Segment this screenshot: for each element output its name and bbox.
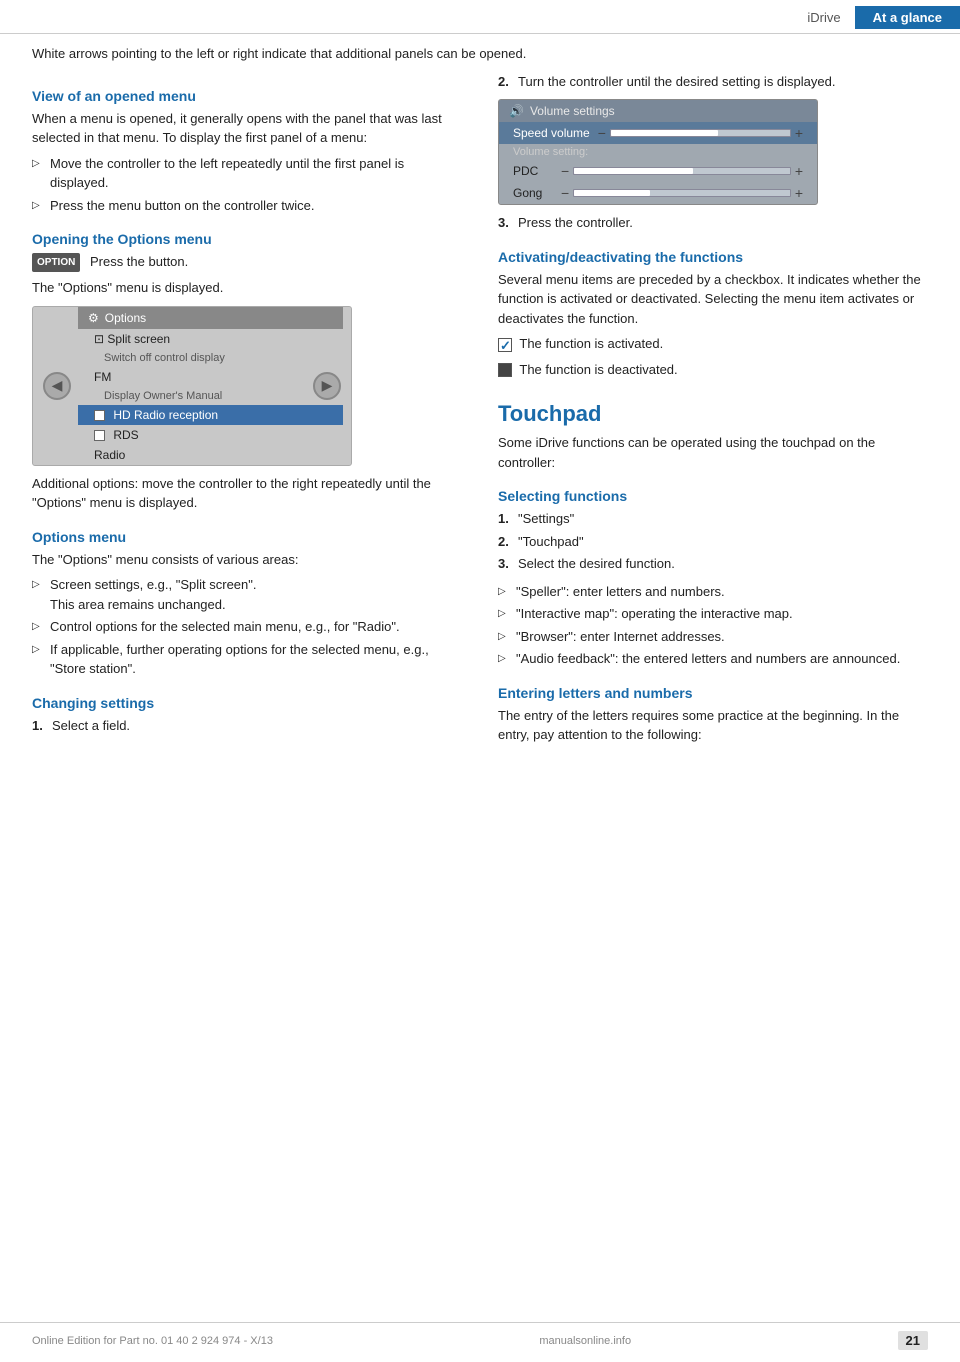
menu-title-text: Options — [105, 311, 146, 325]
options-menu-bullets: Screen settings, e.g., "Split screen".Th… — [32, 575, 462, 679]
menu-item-switch-off: Switch off control display — [78, 349, 343, 367]
volume-icon: 🔊 — [509, 104, 524, 118]
bullet-item: Press the menu button on the controller … — [32, 196, 462, 216]
page-footer: Online Edition for Part no. 01 40 2 924 … — [0, 1322, 960, 1350]
footer-text: Online Edition for Part no. 01 40 2 924 … — [32, 1335, 273, 1347]
step-2-item: 2. Turn the controller until the desired… — [498, 72, 928, 92]
menu-item-split-screen: ⊡ Split screen — [78, 329, 343, 349]
bullet-item: "Speller": enter letters and numbers. — [498, 582, 928, 602]
step-item: 1. "Settings" — [498, 509, 928, 529]
touchpad-heading: Touchpad — [498, 401, 928, 427]
menu-item-fm: FM — [78, 367, 343, 387]
gear-icon: ⚙ — [88, 311, 99, 325]
menu-item-hd-radio: HD Radio reception — [78, 405, 343, 425]
menu-title-bar: ⚙ Options — [78, 307, 343, 329]
view-opened-menu-para: When a menu is opened, it generally open… — [32, 109, 462, 148]
step-item: 3. Select the desired function. — [498, 554, 928, 574]
volume-setting-label: Volume setting: — [499, 144, 817, 160]
entering-letters-heading: Entering letters and numbers — [498, 685, 928, 701]
option-button-image: OPTION — [32, 253, 80, 272]
touchpad-para: Some iDrive functions can be operated us… — [498, 433, 928, 472]
selecting-functions-heading: Selecting functions — [498, 488, 928, 504]
volume-title-bar: 🔊 Volume settings — [499, 100, 817, 122]
options-menu-para: The "Options" menu consists of various a… — [32, 550, 462, 570]
bullet-item: Screen settings, e.g., "Split screen".Th… — [32, 575, 462, 614]
speed-volume-bar — [611, 130, 718, 136]
opening-options-menu-press: OPTION Press the button. — [32, 252, 462, 272]
activated-text: The function is activated. — [498, 334, 928, 354]
options-displayed-text: The "Options" menu is displayed. — [32, 278, 462, 298]
view-opened-menu-section: View of an opened menu When a menu is op… — [32, 88, 462, 216]
rds-checkbox — [94, 430, 105, 441]
view-opened-menu-bullets: Move the controller to the left repeated… — [32, 154, 462, 216]
options-menu-screenshot: ◀ ⚙ Options ⊡ Split screen Switch off co… — [32, 306, 352, 466]
volume-item-gong: Gong − + — [499, 182, 817, 204]
selecting-functions-bullets: "Speller": enter letters and numbers. "I… — [498, 582, 928, 669]
bullet-item: Control options for the selected main me… — [32, 617, 462, 637]
activated-checkbox-icon — [498, 338, 512, 352]
hd-radio-checkbox — [94, 410, 105, 421]
activating-deactivating-para: Several menu items are preceded by a che… — [498, 270, 928, 329]
entering-letters-para: The entry of the letters requires some p… — [498, 706, 928, 745]
entering-letters-section: Entering letters and numbers The entry o… — [498, 685, 928, 745]
deactivated-checkbox-icon — [498, 363, 512, 377]
selecting-functions-steps: 1. "Settings" 2. "Touchpad" 3. Select th… — [498, 509, 928, 574]
volume-title-text: Volume settings — [530, 104, 615, 118]
volume-settings-screenshot: 🔊 Volume settings Speed volume − + Volum… — [498, 99, 818, 205]
bullet-item: If applicable, further operating options… — [32, 640, 462, 679]
menu-item-owners-manual: Display Owner's Manual — [78, 387, 343, 405]
bullet-item: Move the controller to the left repeated… — [32, 154, 462, 193]
additional-options-text: Additional options: move the controller … — [32, 474, 462, 513]
right-column: 2. Turn the controller until the desired… — [490, 72, 928, 751]
volume-item-pdc: PDC − + — [499, 160, 817, 182]
main-content: View of an opened menu When a menu is op… — [0, 72, 960, 751]
bullet-item: "Browser": enter Internet addresses. — [498, 627, 928, 647]
opening-options-menu-heading: Opening the Options menu — [32, 231, 462, 247]
intro-paragraph: White arrows pointing to the left or rig… — [0, 44, 960, 64]
pdc-bar — [574, 168, 693, 174]
page-number: 21 — [898, 1331, 928, 1350]
nav-circle-left: ◀ — [43, 372, 71, 400]
menu-item-rds: RDS — [78, 425, 343, 445]
changing-settings-section: Changing settings 1. Select a field. — [32, 695, 462, 736]
header-idrive-label: iDrive — [793, 6, 854, 29]
deactivated-text: The function is deactivated. — [498, 360, 928, 380]
options-menu-section: Options menu The "Options" menu consists… — [32, 529, 462, 679]
bullet-item: "Audio feedback": the entered letters an… — [498, 649, 928, 669]
footer-logo: manualsonline.info — [539, 1335, 631, 1347]
changing-settings-steps: 1. Select a field. — [32, 716, 462, 736]
menu-item-radio: Radio — [78, 445, 343, 465]
step-3-item: 3. Press the controller. — [498, 213, 928, 233]
nav-circle-right: ▶ — [313, 372, 341, 400]
bullet-item: "Interactive map": operating the interac… — [498, 604, 928, 624]
split-screen-icon: ⊡ — [94, 332, 104, 346]
page-header: iDrive At a glance — [0, 0, 960, 34]
step-item: 1. Select a field. — [32, 716, 462, 736]
volume-item-speed: Speed volume − + — [499, 122, 817, 144]
options-menu-heading: Options menu — [32, 529, 462, 545]
view-opened-menu-heading: View of an opened menu — [32, 88, 462, 104]
activating-deactivating-heading: Activating/deactivating the functions — [498, 249, 928, 265]
opening-options-menu-section: Opening the Options menu OPTION Press th… — [32, 231, 462, 513]
changing-settings-heading: Changing settings — [32, 695, 462, 711]
selecting-functions-section: Selecting functions 1. "Settings" 2. "To… — [498, 488, 928, 669]
gong-bar — [574, 190, 649, 196]
step-item: 2. "Touchpad" — [498, 532, 928, 552]
left-column: View of an opened menu When a menu is op… — [32, 72, 490, 751]
header-at-a-glance-label: At a glance — [855, 6, 960, 29]
activating-deactivating-section: Activating/deactivating the functions Se… — [498, 249, 928, 380]
step2-list: 2. Turn the controller until the desired… — [498, 72, 928, 92]
step3-list: 3. Press the controller. — [498, 213, 928, 233]
touchpad-section: Touchpad Some iDrive functions can be op… — [498, 401, 928, 745]
